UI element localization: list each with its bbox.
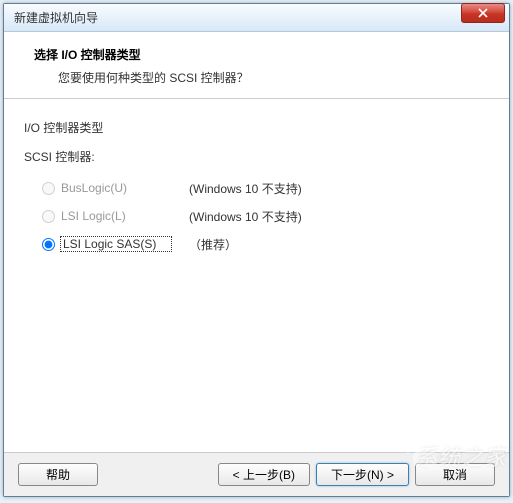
radio-note-buslogic: (Windows 10 不支持) bbox=[189, 180, 302, 197]
back-button[interactable]: < 上一步(B) bbox=[218, 463, 310, 486]
radio-row-lsilogicsas: LSI Logic SAS(S) （推荐） bbox=[42, 235, 489, 253]
help-button[interactable]: 帮助 bbox=[18, 463, 98, 486]
wizard-footer: 帮助 < 上一步(B) 下一步(N) > 取消 bbox=[4, 452, 509, 496]
header-title: 选择 I/O 控制器类型 bbox=[34, 46, 489, 63]
scsi-controller-label: SCSI 控制器: bbox=[24, 148, 489, 165]
next-button[interactable]: 下一步(N) > bbox=[316, 463, 409, 486]
window-title: 新建虚拟机向导 bbox=[14, 9, 505, 26]
close-button[interactable] bbox=[461, 3, 505, 23]
wizard-content: I/O 控制器类型 SCSI 控制器: BusLogic(U) (Windows… bbox=[4, 99, 509, 452]
radio-label-buslogic: BusLogic(U) bbox=[61, 181, 171, 195]
wizard-header: 选择 I/O 控制器类型 您要使用何种类型的 SCSI 控制器？ bbox=[4, 32, 509, 99]
radio-note-lsilogicsas: （推荐） bbox=[189, 236, 237, 253]
radio-label-lsilogicsas[interactable]: LSI Logic SAS(S) bbox=[61, 237, 171, 251]
radio-lsilogicsas[interactable] bbox=[42, 238, 55, 251]
cancel-button[interactable]: 取消 bbox=[415, 463, 495, 486]
radio-label-lsilogic: LSI Logic(L) bbox=[61, 209, 171, 223]
radio-row-buslogic: BusLogic(U) (Windows 10 不支持) bbox=[42, 179, 489, 197]
io-controller-type-label: I/O 控制器类型 bbox=[24, 119, 489, 136]
titlebar: 新建虚拟机向导 bbox=[4, 4, 509, 32]
scsi-radio-group: BusLogic(U) (Windows 10 不支持) LSI Logic(L… bbox=[24, 179, 489, 253]
nav-button-group: < 上一步(B) 下一步(N) > 取消 bbox=[218, 463, 495, 486]
close-icon bbox=[478, 8, 488, 18]
header-subtitle: 您要使用何种类型的 SCSI 控制器？ bbox=[34, 69, 489, 86]
radio-row-lsilogic: LSI Logic(L) (Windows 10 不支持) bbox=[42, 207, 489, 225]
radio-buslogic bbox=[42, 182, 55, 195]
radio-note-lsilogic: (Windows 10 不支持) bbox=[189, 208, 302, 225]
wizard-window: 新建虚拟机向导 选择 I/O 控制器类型 您要使用何种类型的 SCSI 控制器？… bbox=[3, 3, 510, 497]
radio-lsilogic bbox=[42, 210, 55, 223]
